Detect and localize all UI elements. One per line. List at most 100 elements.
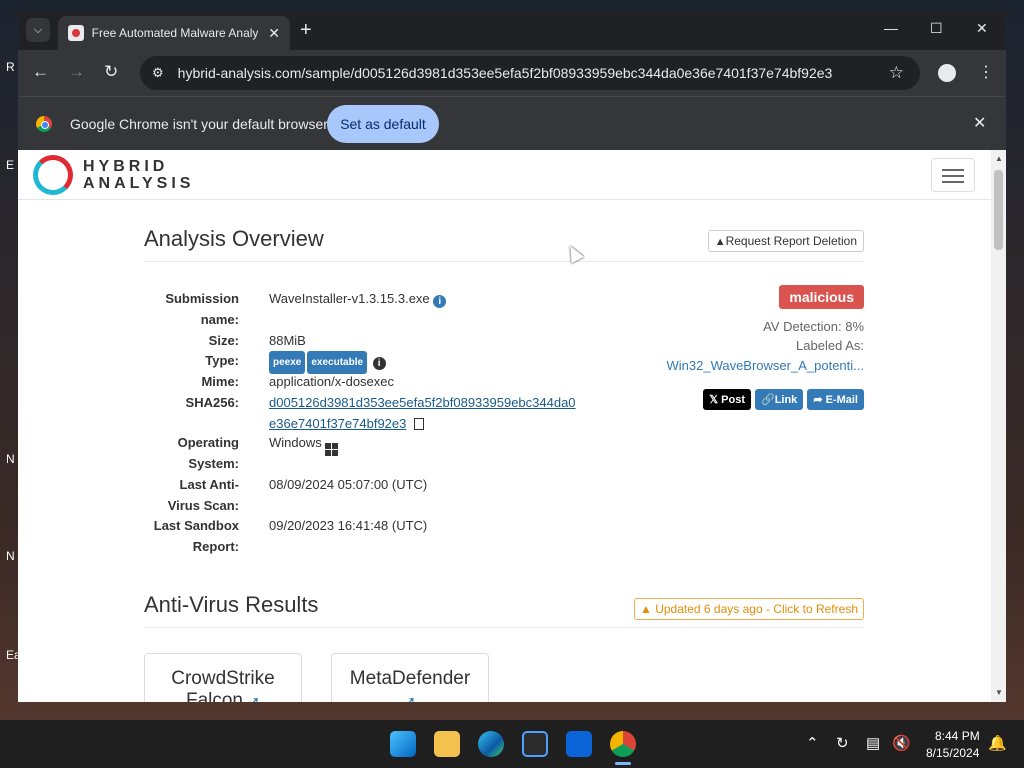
info-icon[interactable]: i xyxy=(372,357,386,370)
mime-label: Mime: xyxy=(201,374,239,389)
type-label: Type: xyxy=(205,353,239,368)
infobar-close-icon[interactable]: ✕ xyxy=(973,113,986,133)
tab-close-icon[interactable]: ✕ xyxy=(268,25,280,42)
av-card-crowdstrike[interactable]: CrowdStrike Falcon ➚ xyxy=(144,653,302,702)
submission-name-label: Submission name: xyxy=(165,291,239,327)
microsoft-store-icon[interactable] xyxy=(522,731,548,757)
outlook-icon[interactable] xyxy=(566,731,592,757)
desktop-icon-label[interactable]: N xyxy=(6,452,15,466)
mime-value: application/x-dosexec xyxy=(269,374,395,389)
site-header: HYBRID ANALYSIS xyxy=(18,150,991,200)
chrome-window: ⌵ Free Automated Malware Analysis ✕ + — … xyxy=(18,10,1006,702)
av-card-name: MetaDefender xyxy=(349,668,471,689)
link-icon: 🔗 xyxy=(760,394,775,406)
size-value: 88MiB xyxy=(269,333,306,348)
last-sandbox-value: 09/20/2023 16:41:48 (UTC) xyxy=(269,518,428,533)
url-text[interactable]: hybrid-analysis.com/sample/d005126d3981d… xyxy=(178,65,858,81)
close-window-button[interactable]: ✕ xyxy=(976,20,988,37)
av-detection: AV Detection: 8% xyxy=(763,319,864,334)
logo-line-2: ANALYSIS xyxy=(83,175,195,192)
network-icon[interactable]: ▤ xyxy=(866,734,880,752)
scroll-thumb[interactable] xyxy=(994,170,1003,250)
info-icon[interactable]: i xyxy=(433,295,447,308)
warning-icon: ▲ xyxy=(640,602,656,616)
volume-muted-icon[interactable]: 🔇 xyxy=(892,734,911,752)
scroll-up-icon[interactable]: ▲ xyxy=(995,154,1003,163)
chrome-logo-icon xyxy=(36,116,52,132)
address-bar[interactable]: ⚙ hybrid-analysis.com/sample/d005126d398… xyxy=(140,56,920,90)
email-button[interactable]: ➦ E-Mail xyxy=(807,389,864,410)
clock-time[interactable]: 8:44 PM xyxy=(935,729,980,743)
infobar-message: Google Chrome isn't your default browser xyxy=(70,116,328,132)
hybrid-analysis-logo-icon[interactable] xyxy=(33,155,73,195)
labeled-as-label: Labeled As: xyxy=(796,338,864,353)
sha256-value: d005126d3981d353ee5efa5f2bf08933959ebc34… xyxy=(269,392,576,434)
submission-name-value: WaveInstaller-v1.3.15.3.exe i xyxy=(269,288,447,309)
av-card-metadefender[interactable]: MetaDefender ➚ xyxy=(331,653,489,702)
chrome-taskbar-icon[interactable] xyxy=(610,731,636,757)
sha256-label: SHA256: xyxy=(185,395,239,410)
tab-search-button[interactable]: ⌵ xyxy=(26,18,50,42)
x-post-button[interactable]: 𝕏 Post xyxy=(703,389,751,410)
desktop-icon-label[interactable]: R xyxy=(6,60,15,74)
sha256-link[interactable]: e36e7401f37e74bf92e3 xyxy=(269,416,406,431)
x-icon: 𝕏 xyxy=(709,394,722,406)
active-tab[interactable]: Free Automated Malware Analysis ✕ xyxy=(58,16,290,50)
browser-toolbar: ← → ↻ ⚙ hybrid-analysis.com/sample/d0051… xyxy=(18,50,1006,96)
analysis-overview-title: Analysis Overview xyxy=(144,226,324,251)
taskbar: ⌃ ↻ ▤ 🔇 8:44 PM 8/15/2024 🔔 xyxy=(0,720,1024,768)
forward-button[interactable]: → xyxy=(68,63,85,81)
reload-button[interactable]: ↻ xyxy=(104,63,118,81)
share-buttons: 𝕏 Post 🔗Link ➦ E-Mail xyxy=(703,389,864,410)
tab-bar: ⌵ Free Automated Malware Analysis ✕ + — … xyxy=(18,10,1006,50)
maximize-button[interactable]: ☐ xyxy=(930,20,943,37)
minimize-button[interactable]: — xyxy=(884,20,898,36)
active-app-indicator xyxy=(615,762,631,765)
windows-icon xyxy=(325,443,339,456)
notification-bell-icon[interactable]: 🔔 xyxy=(988,734,1007,752)
tray-chevron-icon[interactable]: ⌃ xyxy=(806,734,819,752)
site-info-icon[interactable]: ⚙ xyxy=(152,65,164,81)
verdict-badge: malicious xyxy=(779,285,864,309)
logo-line-1: HYBRID xyxy=(83,158,169,175)
external-link-icon[interactable]: ➚ xyxy=(404,693,416,702)
link-button[interactable]: 🔗Link xyxy=(754,389,804,410)
av-card-name: ➚ xyxy=(332,690,488,702)
site-logo-text[interactable]: HYBRID ANALYSIS xyxy=(83,158,194,192)
analysis-overview-header: Analysis Overview ▲Request Report Deleti… xyxy=(144,200,864,262)
av-card-name: Falcon ➚ xyxy=(145,690,301,702)
bookmark-star-icon[interactable]: ☆ xyxy=(889,63,904,83)
desktop-icon-label[interactable]: N xyxy=(6,549,15,563)
hamburger-menu-button[interactable] xyxy=(931,158,975,192)
clock-date[interactable]: 8/15/2024 xyxy=(926,746,979,760)
refresh-av-button[interactable]: ▲ Updated 6 days ago - Click to Refresh xyxy=(634,598,864,620)
external-link-icon[interactable]: ➚ xyxy=(248,693,260,702)
av-results-header: Anti-Virus Results ▲ Updated 6 days ago … xyxy=(144,566,864,628)
start-button-icon[interactable] xyxy=(390,731,416,757)
labeled-as-link[interactable]: Win32_WaveBrowser_A_potenti... xyxy=(666,358,864,373)
os-value: Windows xyxy=(269,432,339,456)
tab-title: Free Automated Malware Analysis xyxy=(91,26,259,40)
hybrid-analysis-favicon-icon xyxy=(68,25,84,41)
size-label: Size: xyxy=(208,333,239,348)
sync-icon[interactable]: ↻ xyxy=(836,734,849,752)
last-av-scan-value: 08/09/2024 05:07:00 (UTC) xyxy=(269,477,428,492)
scroll-down-icon[interactable]: ▼ xyxy=(995,688,1003,697)
request-deletion-button[interactable]: ▲Request Report Deletion xyxy=(707,230,864,252)
share-icon: ➦ xyxy=(813,394,826,406)
menu-dots-icon[interactable]: ⋮ xyxy=(978,62,994,82)
profile-avatar-icon[interactable] xyxy=(938,64,956,82)
os-label: Operating System: xyxy=(177,435,239,471)
copy-icon[interactable] xyxy=(414,418,425,430)
sha256-link[interactable]: d005126d3981d353ee5efa5f2bf08933959ebc34… xyxy=(269,395,576,410)
page-scrollbar[interactable]: ▲ ▼ xyxy=(991,150,1006,702)
last-sandbox-label: Last Sandbox Report: xyxy=(153,518,239,554)
back-button[interactable]: ← xyxy=(32,63,49,81)
set-as-default-button[interactable]: Set as default xyxy=(327,105,439,143)
new-tab-button[interactable]: + xyxy=(300,20,312,40)
desktop-icon-label[interactable]: E xyxy=(6,158,14,172)
edge-icon[interactable] xyxy=(478,731,504,757)
warning-icon: ▲ xyxy=(714,236,726,248)
page-viewport: HYBRID ANALYSIS Analysis Overview ▲Reque… xyxy=(18,150,991,702)
file-explorer-icon[interactable] xyxy=(434,731,460,757)
